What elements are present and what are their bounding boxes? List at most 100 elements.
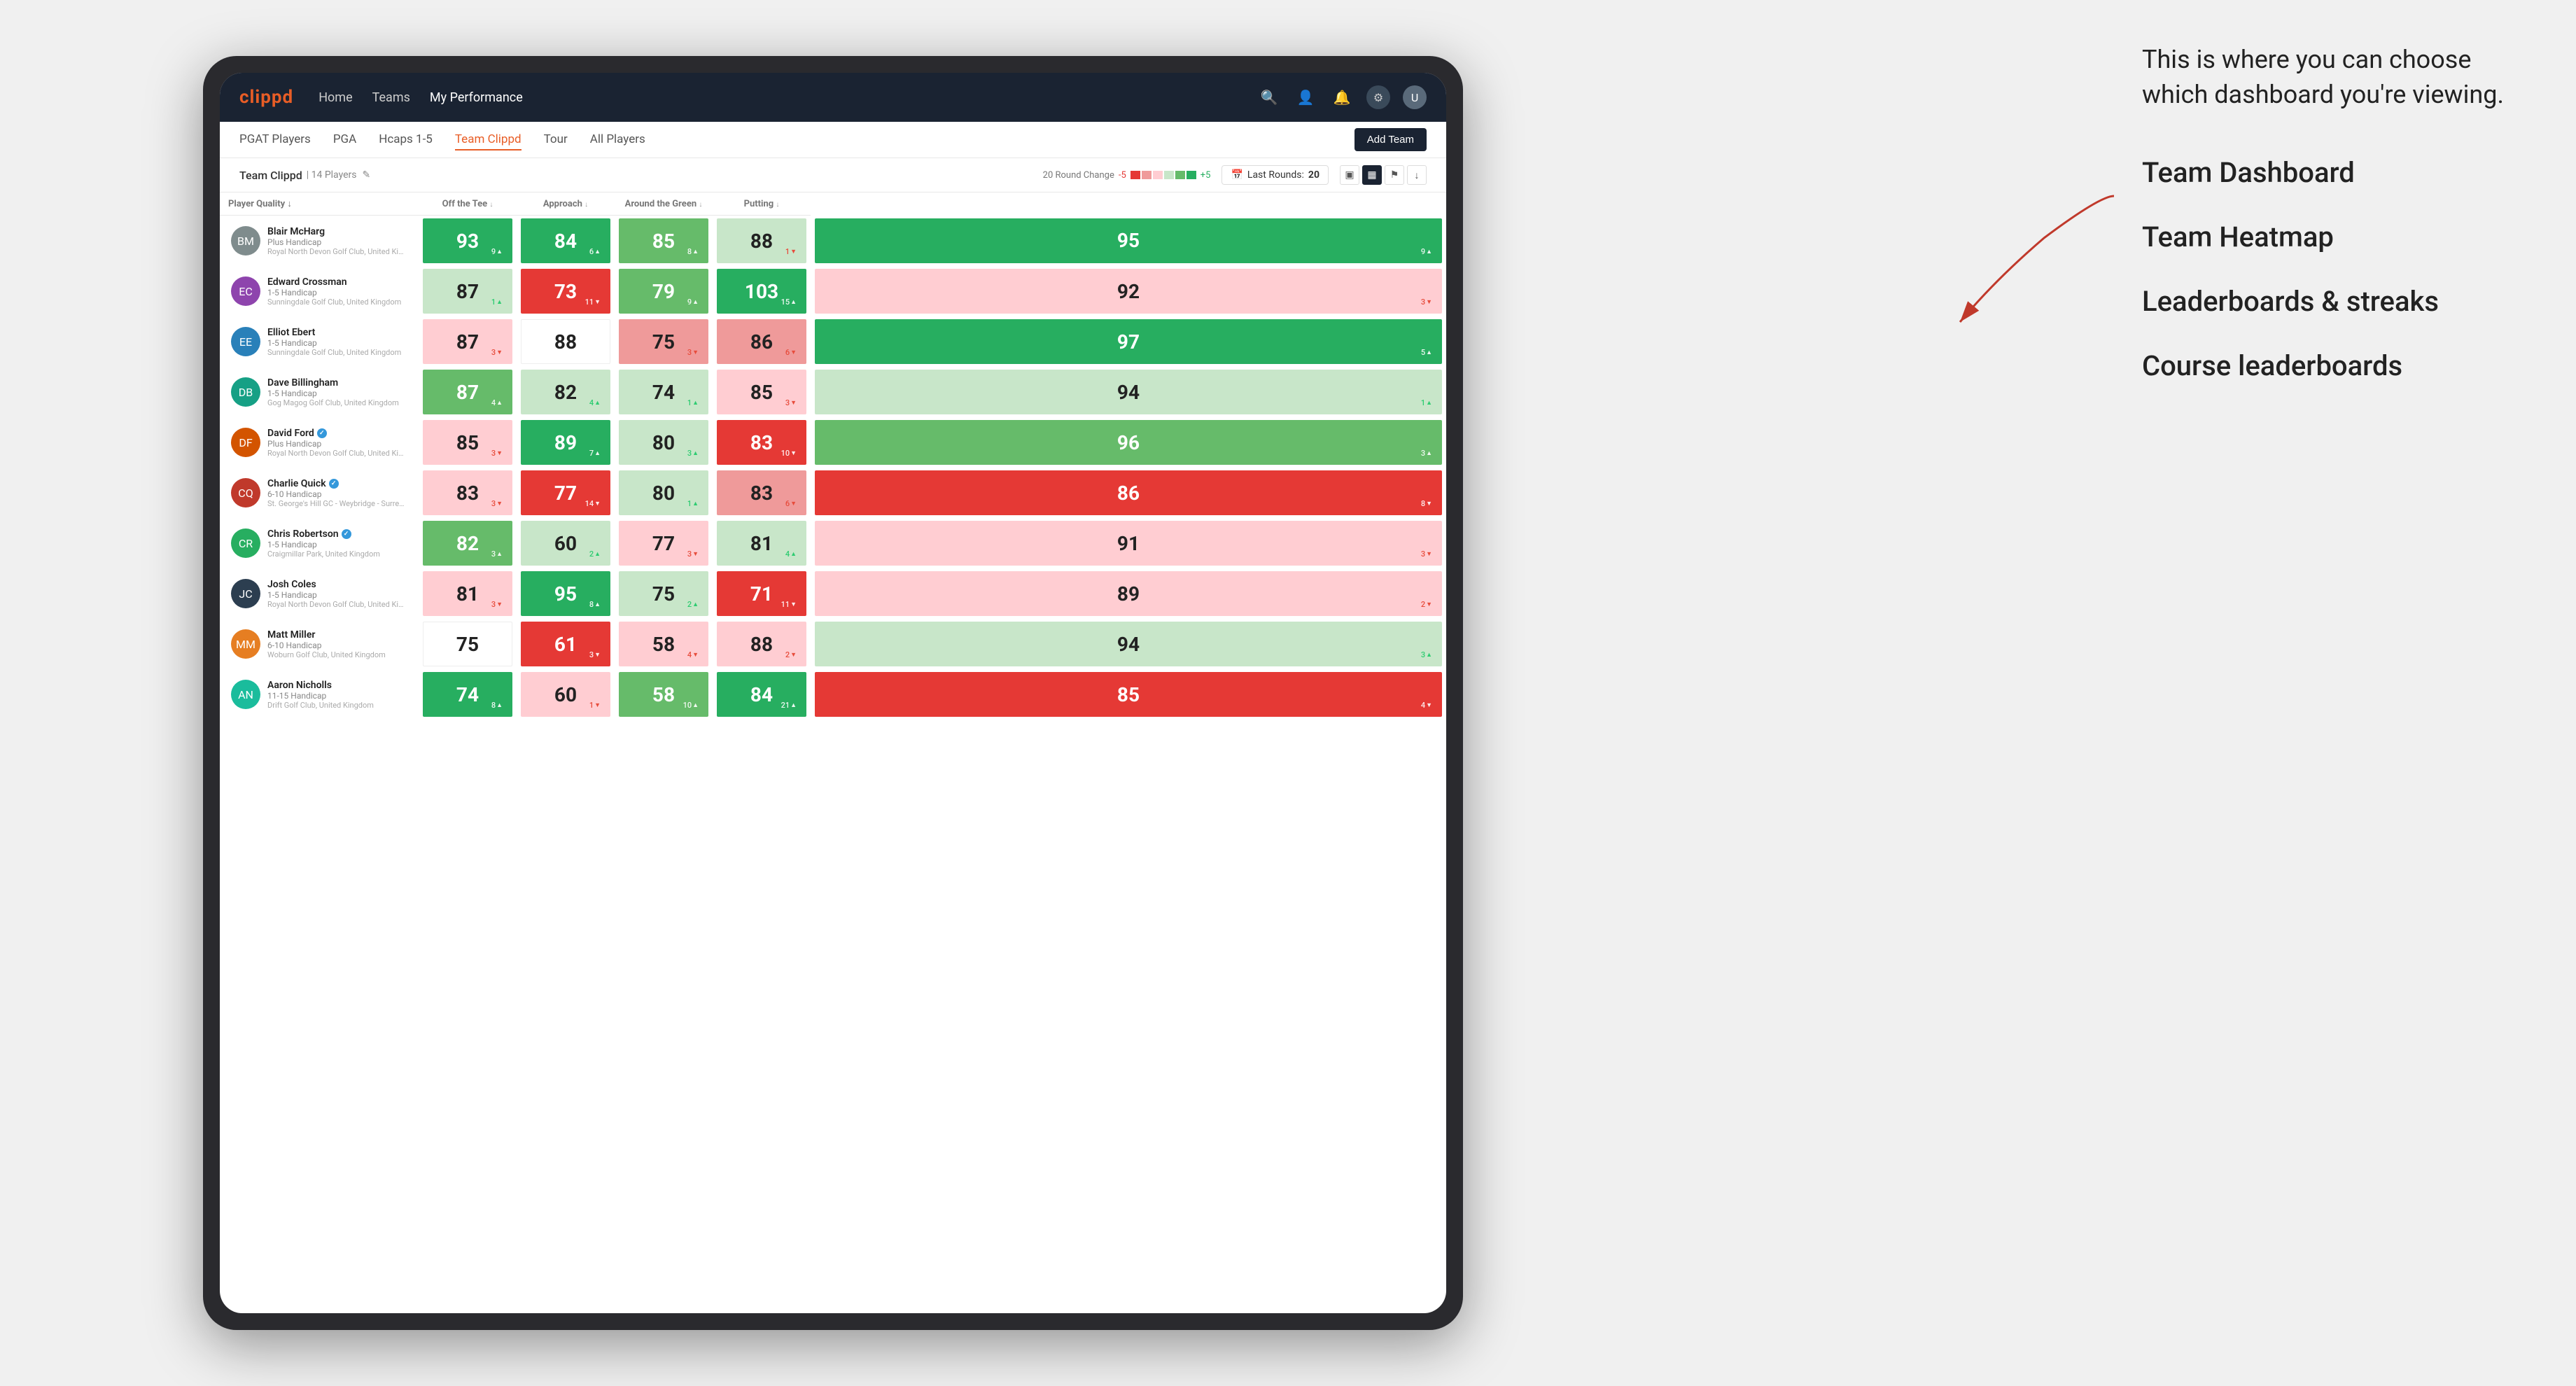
player-cell[interactable]: CR Chris Robertson✓ 1-5 Handicap Craigmi… <box>220 518 419 568</box>
player-cell[interactable]: DF David Ford✓ Plus Handicap Royal North… <box>220 417 419 468</box>
navbar: clippd Home Teams My Performance 🔍 👤 🔔 ⚙… <box>220 73 1446 122</box>
score-cell: 95 9▲ <box>811 216 1446 267</box>
nav-link-performance[interactable]: My Performance <box>430 88 523 108</box>
score-value: 85 <box>750 381 773 404</box>
score-cell: 80 3▲ <box>615 417 713 468</box>
score-value: 60 <box>554 532 577 555</box>
download-button[interactable]: ↓ <box>1407 165 1427 185</box>
score-box: 75 3▼ <box>619 319 708 364</box>
player-handicap: 11-15 Handicap <box>267 691 407 701</box>
nav-link-home[interactable]: Home <box>318 88 352 108</box>
score-value: 75 <box>652 330 675 354</box>
player-handicap: Plus Handicap <box>267 237 407 247</box>
score-cell: 81 3▼ <box>419 568 517 619</box>
score-delta: 3▼ <box>687 550 699 559</box>
score-value: 79 <box>652 280 675 303</box>
score-delta: 10▲ <box>683 701 699 710</box>
score-delta: 3▼ <box>491 449 503 458</box>
last-rounds-button[interactable]: 📅 Last Rounds: 20 <box>1222 165 1329 185</box>
delta-arrow: ▼ <box>790 601 797 608</box>
player-club: Gog Magog Golf Club, United Kingdom <box>267 398 407 407</box>
score-box: 103 15▲ <box>717 269 806 314</box>
option-team-heatmap: Team Heatmap <box>2142 219 2534 255</box>
score-box: 95 9▲ <box>815 218 1442 264</box>
player-name: Edward Crossman <box>267 276 407 288</box>
player-cell[interactable]: AN Aaron Nicholls 11-15 Handicap Drift G… <box>220 669 419 720</box>
score-value: 88 <box>750 633 773 656</box>
player-info: Aaron Nicholls 11-15 Handicap Drift Golf… <box>267 680 407 710</box>
edit-icon[interactable]: ✎ <box>363 169 371 181</box>
player-avatar: BM <box>231 226 260 255</box>
player-cell[interactable]: EC Edward Crossman 1-5 Handicap Sunningd… <box>220 266 419 316</box>
pos-value: +5 <box>1200 170 1211 181</box>
player-club: Royal North Devon Golf Club, United King… <box>267 449 407 458</box>
player-info: Dave Billingham 1-5 Handicap Gog Magog G… <box>267 377 407 407</box>
score-cell: 84 21▲ <box>713 669 811 720</box>
col-header-player: Player Quality ↓ <box>220 192 419 216</box>
delta-arrow: ▲ <box>692 449 699 457</box>
score-cell: 82 4▲ <box>517 367 615 417</box>
delta-arrow: ▼ <box>790 349 797 356</box>
player-cell[interactable]: JC Josh Coles 1-5 Handicap Royal North D… <box>220 568 419 619</box>
score-delta: 8▼ <box>1421 499 1432 508</box>
delta-arrow: ▲ <box>1426 399 1432 407</box>
delta-arrow: ▼ <box>594 701 601 709</box>
player-name: Josh Coles <box>267 579 407 590</box>
score-delta: 9▲ <box>1421 247 1432 256</box>
table-row: DB Dave Billingham 1-5 Handicap Gog Mago… <box>220 367 1446 417</box>
delta-arrow: ▲ <box>790 701 797 709</box>
player-handicap: 1-5 Handicap <box>267 338 407 348</box>
subnav-all-players[interactable]: All Players <box>590 130 645 150</box>
delta-arrow: ▼ <box>594 298 601 306</box>
score-box: 58 4▼ <box>619 622 708 666</box>
score-delta: 8▲ <box>589 600 601 609</box>
score-box: 85 4▼ <box>815 672 1442 717</box>
score-box: 80 1▲ <box>619 470 708 515</box>
score-box: 60 1▼ <box>521 672 610 717</box>
delta-arrow: ▲ <box>692 298 699 306</box>
player-cell[interactable]: BM Blair McHarg Plus Handicap Royal Nort… <box>220 216 419 267</box>
score-box: 75 2▲ <box>619 571 708 616</box>
score-delta: 4▲ <box>491 398 503 407</box>
player-cell[interactable]: EE Elliot Ebert 1-5 Handicap Sunningdale… <box>220 316 419 367</box>
flag-view-button[interactable]: ⚑ <box>1385 165 1404 185</box>
player-avatar: EE <box>231 327 260 356</box>
score-cell: 87 3▼ <box>419 316 517 367</box>
player-avatar: JC <box>231 579 260 608</box>
score-value: 97 <box>1117 330 1140 354</box>
delta-arrow: ▼ <box>496 449 503 457</box>
subnav-pgat[interactable]: PGAT Players <box>239 130 311 150</box>
user-icon[interactable]: 👤 <box>1294 85 1317 109</box>
score-delta: 4▲ <box>589 398 601 407</box>
score-value: 75 <box>652 582 675 606</box>
score-value: 75 <box>456 633 479 656</box>
grid-view-button[interactable]: ▣ <box>1340 165 1359 185</box>
search-icon[interactable]: 🔍 <box>1257 85 1281 109</box>
subnav-tour[interactable]: Tour <box>544 130 568 150</box>
score-delta: 1▼ <box>785 247 797 256</box>
score-cell: 103 15▲ <box>713 266 811 316</box>
bell-icon[interactable]: 🔔 <box>1330 85 1354 109</box>
score-cell: 97 5▲ <box>811 316 1446 367</box>
score-cell: 91 3▼ <box>811 518 1446 568</box>
subnav-team-clippd[interactable]: Team Clippd <box>455 130 522 150</box>
subnav-hcaps[interactable]: Hcaps 1-5 <box>379 130 433 150</box>
brand-logo: clippd <box>239 87 293 108</box>
score-cell: 85 3▼ <box>419 417 517 468</box>
delta-arrow: ▲ <box>594 248 601 255</box>
avatar[interactable]: U <box>1403 85 1427 109</box>
player-cell[interactable]: MM Matt Miller 6-10 Handicap Woburn Golf… <box>220 619 419 669</box>
heatmap-view-button[interactable]: ▦ <box>1362 165 1382 185</box>
player-cell[interactable]: CQ Charlie Quick✓ 6-10 Handicap St. Geor… <box>220 468 419 518</box>
settings-icon[interactable]: ⚙ <box>1366 85 1390 109</box>
delta-arrow: ▲ <box>496 298 503 306</box>
score-value: 85 <box>652 230 675 253</box>
score-box: 83 6▼ <box>717 470 806 515</box>
add-team-button[interactable]: Add Team <box>1354 128 1427 151</box>
nav-link-teams[interactable]: Teams <box>372 88 410 108</box>
player-avatar: AN <box>231 680 260 709</box>
option-team-dashboard: Team Dashboard <box>2142 155 2534 191</box>
subnav-pga[interactable]: PGA <box>333 130 356 150</box>
score-cell: 79 9▲ <box>615 266 713 316</box>
player-cell[interactable]: DB Dave Billingham 1-5 Handicap Gog Mago… <box>220 367 419 417</box>
